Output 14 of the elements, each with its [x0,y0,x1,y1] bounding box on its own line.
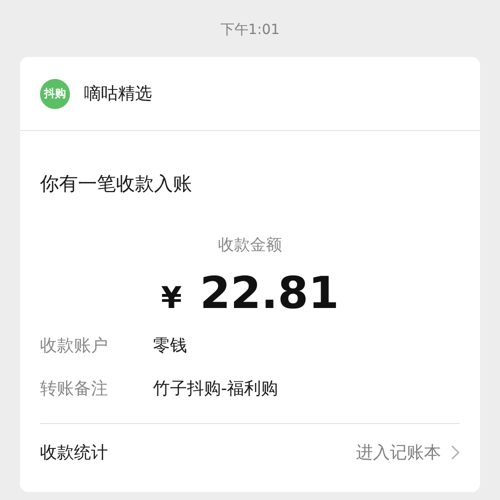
detail-label: 收款账户 [40,335,109,357]
merchant-name: 嘀咕精选 [84,83,152,105]
detail-value: 竹子抖购-福利购 [153,378,278,400]
detail-value: 零钱 [153,335,187,357]
message-time: 下午1:01 [219,21,281,40]
currency-symbol: ¥ [160,281,182,316]
footer-label: 收款统计 [40,442,108,464]
detail-label: 转账备注 [40,378,109,400]
chevron-right-icon [451,444,460,460]
ledger-link[interactable]: 进入记账本 [356,440,441,464]
merchant-logo: 抖购 [40,78,70,108]
notice-title: 你有一笔收款入账 [40,172,193,197]
amount-value: 22.81 [200,268,340,319]
amount-label: 收款金额 [217,235,283,256]
